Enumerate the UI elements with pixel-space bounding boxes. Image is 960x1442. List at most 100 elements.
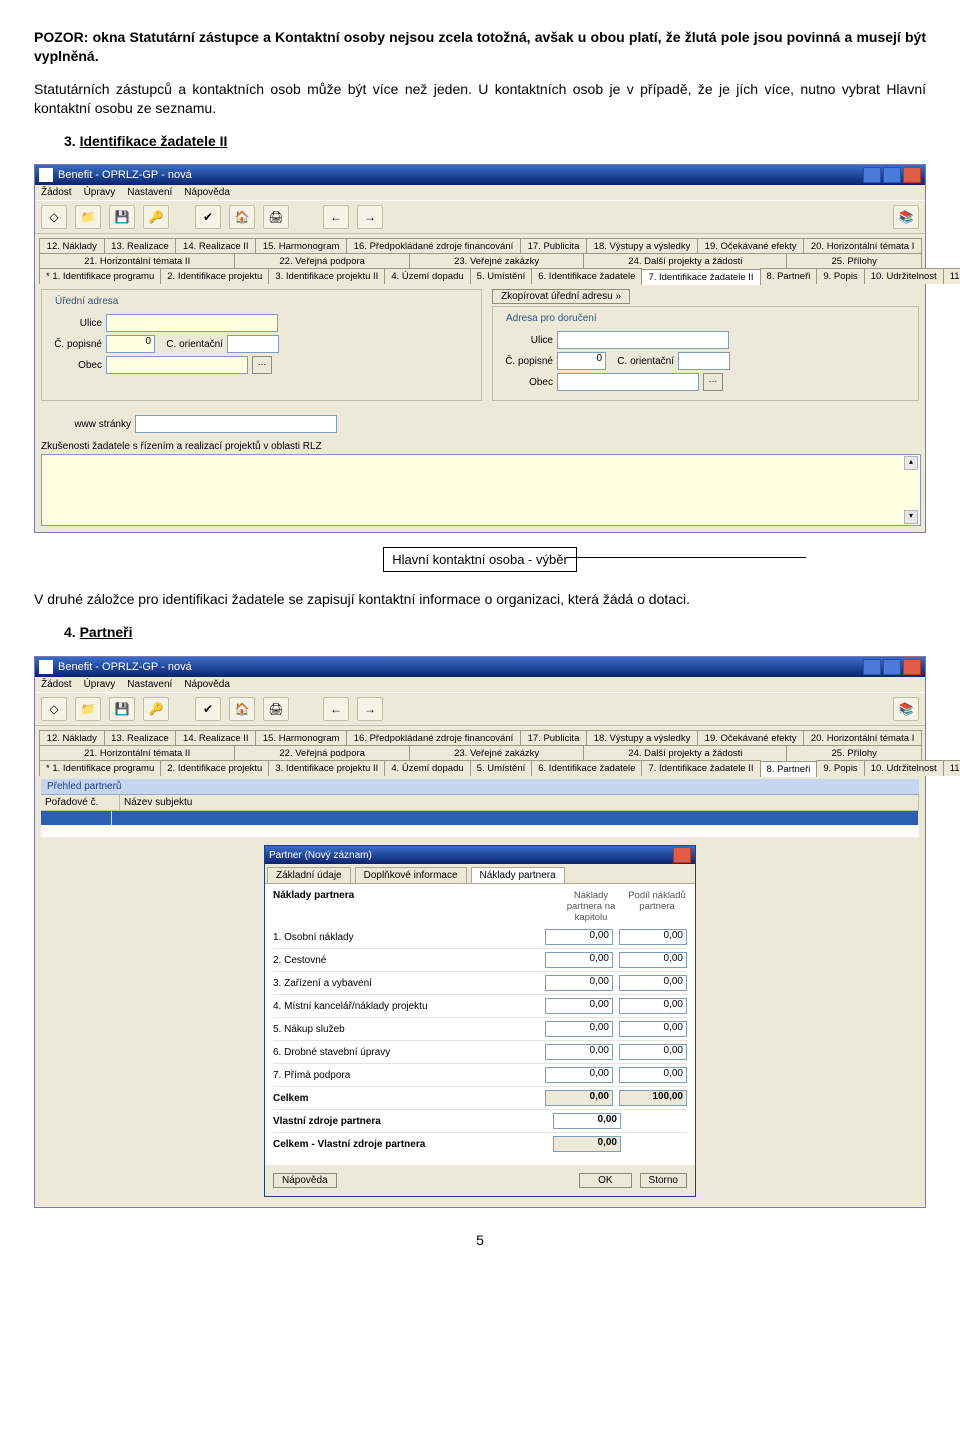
tab2-12[interactable]: 12. Náklady — [39, 730, 105, 746]
input-obec-right[interactable] — [557, 373, 699, 391]
tab2-17[interactable]: 17. Publicita — [520, 730, 587, 746]
grid-cell-1[interactable] — [41, 811, 112, 825]
r1b[interactable]: 0,00 — [619, 929, 687, 945]
grid-cell-2[interactable] — [112, 811, 919, 825]
r7a[interactable]: 0,00 — [545, 1067, 613, 1083]
tab2-24[interactable]: 24. Další projekty a žádosti — [583, 745, 787, 761]
obec-picker-left[interactable]: … — [252, 356, 272, 374]
tab-12[interactable]: 12. Náklady — [39, 238, 105, 254]
tool-icon-check[interactable]: ✔ — [195, 205, 221, 229]
input-www[interactable] — [135, 415, 337, 433]
dlg-help-button[interactable]: Nápověda — [273, 1173, 337, 1188]
obec-picker-right[interactable]: … — [703, 373, 723, 391]
close-button[interactable] — [903, 167, 921, 183]
input-corient-left[interactable] — [227, 335, 279, 353]
tab2-14[interactable]: 14. Realizace II — [175, 730, 256, 746]
maximize-button[interactable] — [883, 167, 901, 183]
tab2-9[interactable]: 9. Popis — [816, 760, 864, 776]
close-button-2[interactable] — [903, 659, 921, 675]
tab2-1[interactable]: * 1. Identifikace programu — [39, 760, 161, 776]
r7b[interactable]: 0,00 — [619, 1067, 687, 1083]
tab2-7[interactable]: 7. Identifikace žadatele II — [641, 760, 760, 776]
tab-9[interactable]: 9. Popis — [816, 268, 864, 284]
input-obec-left[interactable] — [106, 356, 248, 374]
tab-16[interactable]: 16. Předpokládané zdroje financování — [346, 238, 521, 254]
dlg-cancel-button[interactable]: Storno — [640, 1173, 687, 1188]
tool-icon-house[interactable]: 🏠 — [229, 205, 255, 229]
menu-napoveda[interactable]: Nápověda — [184, 187, 230, 198]
tab-24[interactable]: 24. Další projekty a žádosti — [583, 253, 787, 269]
tab2-18[interactable]: 18. Výstupy a výsledky — [586, 730, 698, 746]
input-ulice-right[interactable] — [557, 331, 729, 349]
tool-icon-print[interactable]: 🖨 — [263, 205, 289, 229]
dtab-doplnkove[interactable]: Doplňkové informace — [355, 867, 467, 883]
maximize-button-2[interactable] — [883, 659, 901, 675]
tab2-13[interactable]: 13. Realizace — [104, 730, 177, 746]
tab2-11[interactable]: 11. Rizika — [943, 760, 960, 776]
dtab-naklady[interactable]: Náklady partnera — [471, 867, 565, 883]
minimize-button[interactable] — [863, 167, 881, 183]
tab-22[interactable]: 22. Veřejná podpora — [234, 253, 410, 269]
r2a[interactable]: 0,00 — [545, 952, 613, 968]
tab-11[interactable]: 11. Rizika — [943, 268, 960, 284]
tab-17[interactable]: 17. Publicita — [520, 238, 587, 254]
nav-forward-b[interactable]: → — [357, 697, 383, 721]
tab-6[interactable]: 6. Identifikace žadatele — [531, 268, 642, 284]
tab-21[interactable]: 21. Horizontální témata II — [39, 253, 235, 269]
tab2-16[interactable]: 16. Předpokládané zdroje financování — [346, 730, 521, 746]
tool-icon-4b[interactable]: 🔑 — [143, 697, 169, 721]
tab2-4[interactable]: 4. Území dopadu — [384, 760, 470, 776]
r5b[interactable]: 0,00 — [619, 1021, 687, 1037]
menu-zadost-2[interactable]: Žádost — [41, 679, 72, 690]
tab2-10[interactable]: 10. Udržitelnost — [864, 760, 944, 776]
tab-1[interactable]: * 1. Identifikace programu — [39, 268, 161, 284]
r2b[interactable]: 0,00 — [619, 952, 687, 968]
r4b[interactable]: 0,00 — [619, 998, 687, 1014]
menu-zadost[interactable]: Žádost — [41, 187, 72, 198]
tab2-6[interactable]: 6. Identifikace žadatele — [531, 760, 642, 776]
tab2-19[interactable]: 19. Očekávané efekty — [697, 730, 804, 746]
scroll-down-icon[interactable]: ▾ — [904, 510, 918, 524]
tool-icon-4[interactable]: 🔑 — [143, 205, 169, 229]
menu-nastaveni[interactable]: Nastavení — [127, 187, 172, 198]
tab-10[interactable]: 10. Udržitelnost — [864, 268, 944, 284]
grid-col-nazev[interactable]: Název subjektu — [120, 795, 919, 810]
tool-icon-2[interactable]: 📁 — [75, 205, 101, 229]
tab2-21[interactable]: 21. Horizontální témata II — [39, 745, 235, 761]
nav-forward[interactable]: → — [357, 205, 383, 229]
tab2-22[interactable]: 22. Veřejná podpora — [234, 745, 410, 761]
textarea-zkusenosti[interactable]: ▴ ▾ — [41, 454, 921, 526]
tab-19[interactable]: 19. Očekávané efekty — [697, 238, 804, 254]
r3b[interactable]: 0,00 — [619, 975, 687, 991]
tab2-15[interactable]: 15. Harmonogram — [255, 730, 347, 746]
menu-nastaveni-2[interactable]: Nastavení — [127, 679, 172, 690]
r5a[interactable]: 0,00 — [545, 1021, 613, 1037]
tab-13[interactable]: 13. Realizace — [104, 238, 177, 254]
tab2-3[interactable]: 3. Identifikace projektu II — [268, 760, 385, 776]
nav-back-b[interactable]: ← — [323, 697, 349, 721]
input-cpopis-left[interactable]: 0 — [106, 335, 155, 353]
tool-icon-3b[interactable]: 💾 — [109, 697, 135, 721]
minimize-button-2[interactable] — [863, 659, 881, 675]
input-corient-right[interactable] — [678, 352, 730, 370]
tab-25[interactable]: 25. Přílohy — [786, 253, 922, 269]
input-ulice-left[interactable] — [106, 314, 278, 332]
tab-5[interactable]: 5. Umístění — [470, 268, 533, 284]
tab2-8-active[interactable]: 8. Partneři — [760, 761, 818, 777]
r3a[interactable]: 0,00 — [545, 975, 613, 991]
copy-address-button[interactable]: Zkopírovat úřední adresu » — [492, 289, 630, 304]
tool-icon-house-b[interactable]: 🏠 — [229, 697, 255, 721]
nav-back[interactable]: ← — [323, 205, 349, 229]
menu-napoveda-2[interactable]: Nápověda — [184, 679, 230, 690]
r6b[interactable]: 0,00 — [619, 1044, 687, 1060]
scroll-up-icon[interactable]: ▴ — [904, 456, 918, 470]
tab-23[interactable]: 23. Veřejné zakázky — [409, 253, 584, 269]
tool-icon-1b[interactable]: ◇ — [41, 697, 67, 721]
sum2a[interactable]: 0,00 — [553, 1113, 621, 1129]
menu-upravy[interactable]: Úpravy — [84, 187, 116, 198]
tab2-23[interactable]: 23. Veřejné zakázky — [409, 745, 584, 761]
tool-icon-print-b[interactable]: 🖨 — [263, 697, 289, 721]
dlg-ok-button[interactable]: OK — [579, 1173, 631, 1188]
tab-15[interactable]: 15. Harmonogram — [255, 238, 347, 254]
tab2-20[interactable]: 20. Horizontální témata I — [803, 730, 922, 746]
